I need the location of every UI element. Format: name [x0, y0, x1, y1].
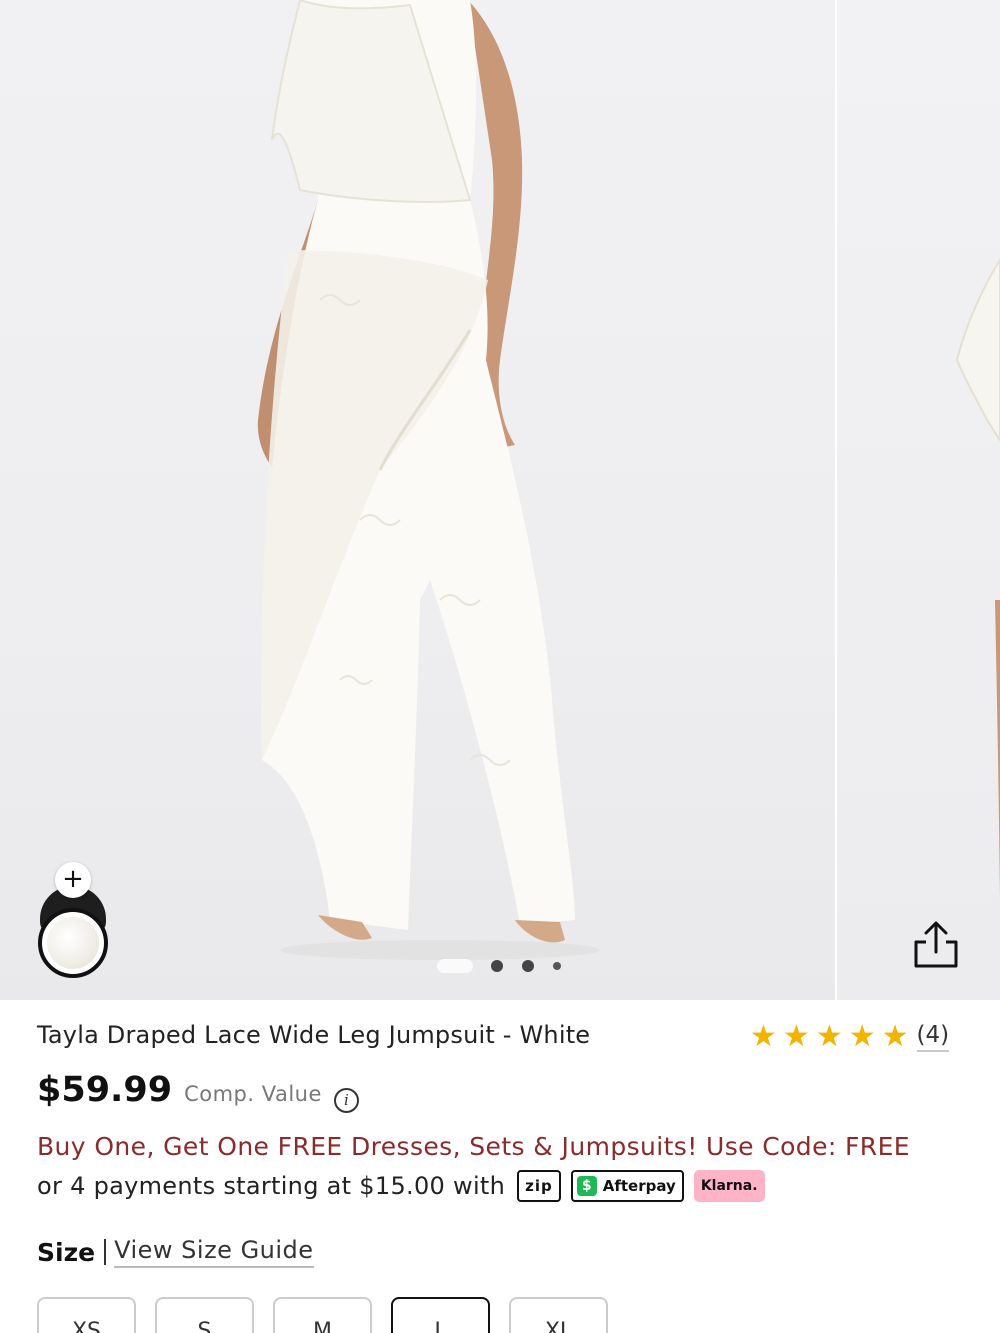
star-icon: ★	[881, 1019, 909, 1054]
afterpay-logo[interactable]: $ Afterpay	[570, 1170, 684, 1202]
model-jumpsuit-photo	[257, 0, 600, 960]
star-icon: ★	[848, 1019, 876, 1054]
size-button-m[interactable]: M	[273, 1297, 372, 1333]
star-icon: ★	[782, 1019, 810, 1054]
product-image-gallery[interactable]: +	[0, 0, 1000, 1000]
size-options: XS S M L XL	[37, 1297, 627, 1333]
white-lace-swatch-icon[interactable]	[38, 908, 108, 978]
afterpay-mark-icon: $	[576, 1176, 597, 1196]
pagination-dot[interactable]	[553, 962, 561, 970]
add-swatch-button[interactable]: +	[55, 862, 91, 898]
star-icon: ★	[750, 1019, 777, 1054]
size-button-l[interactable]: L	[391, 1297, 490, 1333]
product-image-main[interactable]	[0, 0, 835, 1000]
product-info: Tayla Draped Lace Wide Leg Jumpsuit - Wh…	[0, 1000, 1000, 1333]
product-title: Tayla Draped Lace Wide Leg Jumpsuit - Wh…	[37, 1021, 591, 1049]
share-icon[interactable]	[910, 918, 962, 972]
rating[interactable]: ★ ★ ★ ★ ★ (4)	[750, 1019, 950, 1054]
comp-value-label: Comp. Value	[184, 1082, 322, 1106]
pagination-dot[interactable]	[522, 960, 534, 972]
size-label: Size	[37, 1237, 96, 1267]
size-button-s[interactable]: S	[155, 1297, 254, 1333]
pagination-dot[interactable]	[491, 960, 503, 972]
color-swatches: +	[36, 862, 110, 982]
divider	[104, 1239, 107, 1265]
info-icon[interactable]: i	[333, 1088, 359, 1113]
klarna-logo[interactable]: Klarna.	[693, 1170, 765, 1202]
review-count-link[interactable]: (4)	[916, 1022, 950, 1052]
zip-logo[interactable]: zip	[517, 1170, 561, 1202]
size-button-xl[interactable]: XL	[509, 1297, 608, 1333]
product-image-next[interactable]	[837, 0, 1000, 1000]
size-button-xs[interactable]: XS	[37, 1297, 136, 1333]
gallery-pagination	[437, 958, 580, 974]
model-next-photo	[955, 258, 1000, 900]
afterpay-label: Afterpay	[602, 1177, 676, 1195]
installments-text: or 4 payments starting at $15.00 with	[37, 1172, 506, 1200]
price-row: $59.99 Comp. Value i	[37, 1070, 359, 1113]
promo-message: Buy One, Get One FREE Dresses, Sets & Ju…	[37, 1132, 910, 1161]
installments-row: or 4 payments starting at $15.00 with zi…	[37, 1170, 765, 1202]
star-icon: ★	[815, 1019, 843, 1054]
size-header: Size View Size Guide	[37, 1236, 314, 1268]
size-guide-link[interactable]: View Size Guide	[114, 1236, 314, 1268]
price: $59.99	[37, 1070, 173, 1110]
pagination-dot-active[interactable]	[437, 959, 473, 973]
